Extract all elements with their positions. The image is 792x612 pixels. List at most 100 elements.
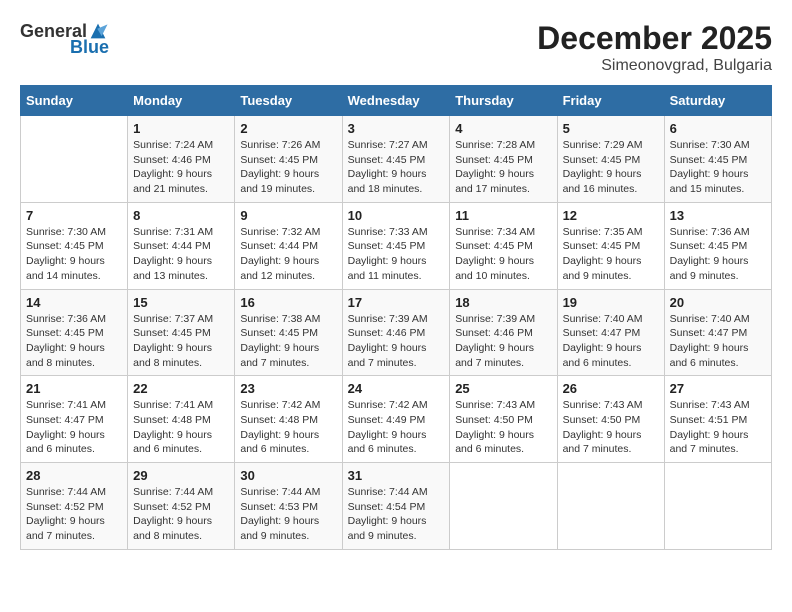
day-number: 5 — [563, 121, 659, 136]
day-cell: 12Sunrise: 7:35 AMSunset: 4:45 PMDayligh… — [557, 202, 664, 289]
day-number: 17 — [348, 295, 445, 310]
day-info: Sunrise: 7:36 AMSunset: 4:45 PMDaylight:… — [670, 225, 766, 284]
day-number: 7 — [26, 208, 122, 223]
day-number: 1 — [133, 121, 229, 136]
day-number: 2 — [240, 121, 336, 136]
day-info: Sunrise: 7:39 AMSunset: 4:46 PMDaylight:… — [348, 312, 445, 371]
day-cell: 3 Sunrise: 7:27 AMSunset: 4:45 PMDaylight… — [342, 116, 450, 203]
day-number: 9 — [240, 208, 336, 223]
day-info: Sunrise: 7:32 AMSunset: 4:44 PMDaylight:… — [240, 225, 336, 284]
day-info: Sunrise: 7:42 AMSunset: 4:48 PMDaylight:… — [240, 398, 336, 457]
weekday-header-wednesday: Wednesday — [342, 86, 450, 116]
day-cell: 9 Sunrise: 7:32 AMSunset: 4:44 PMDaylight… — [235, 202, 342, 289]
day-info: Sunrise: 7:44 AMSunset: 4:53 PMDaylight:… — [240, 485, 336, 544]
day-number: 11 — [455, 208, 551, 223]
day-number: 12 — [563, 208, 659, 223]
day-info: Sunrise: 7:34 AMSunset: 4:45 PMDaylight:… — [455, 225, 551, 284]
day-cell: 24 Sunrise: 7:42 AMSunset: 4:49 PMDayligh… — [342, 376, 450, 463]
page-header: General Blue December 2025 Simeonovgrad,… — [20, 20, 772, 75]
day-info: Sunrise: 7:24 AMSunset: 4:46 PMDaylight:… — [133, 138, 229, 197]
day-number: 29 — [133, 468, 229, 483]
day-info: Sunrise: 7:41 AMSunset: 4:48 PMDaylight:… — [133, 398, 229, 457]
day-number: 10 — [348, 208, 445, 223]
day-cell: 8 Sunrise: 7:31 AMSunset: 4:44 PMDaylight… — [128, 202, 235, 289]
day-number: 20 — [670, 295, 766, 310]
day-cell: 28 Sunrise: 7:44 AMSunset: 4:52 PMDayligh… — [21, 463, 128, 550]
day-number: 16 — [240, 295, 336, 310]
day-cell: 31Sunrise: 7:44 AMSunset: 4:54 PMDayligh… — [342, 463, 450, 550]
week-row-2: 7 Sunrise: 7:30 AMSunset: 4:45 PMDaylight… — [21, 202, 772, 289]
day-cell: 2 Sunrise: 7:26 AMSunset: 4:45 PMDaylight… — [235, 116, 342, 203]
day-info: Sunrise: 7:33 AMSunset: 4:45 PMDaylight:… — [348, 225, 445, 284]
day-info: Sunrise: 7:40 AMSunset: 4:47 PMDaylight:… — [670, 312, 766, 371]
day-number: 28 — [26, 468, 122, 483]
weekday-header-monday: Monday — [128, 86, 235, 116]
day-cell: 27 Sunrise: 7:43 AMSunset: 4:51 PMDayligh… — [664, 376, 771, 463]
weekday-header-friday: Friday — [557, 86, 664, 116]
day-cell: 22Sunrise: 7:41 AMSunset: 4:48 PMDayligh… — [128, 376, 235, 463]
calendar-table: SundayMondayTuesdayWednesdayThursdayFrid… — [20, 85, 772, 550]
day-number: 25 — [455, 381, 551, 396]
day-cell: 17 Sunrise: 7:39 AMSunset: 4:46 PMDayligh… — [342, 289, 450, 376]
day-cell: 19 Sunrise: 7:40 AMSunset: 4:47 PMDayligh… — [557, 289, 664, 376]
title-block: December 2025 Simeonovgrad, Bulgaria — [537, 20, 772, 75]
day-info: Sunrise: 7:37 AMSunset: 4:45 PMDaylight:… — [133, 312, 229, 371]
day-info: Sunrise: 7:43 AMSunset: 4:50 PMDaylight:… — [563, 398, 659, 457]
day-number: 18 — [455, 295, 551, 310]
day-cell: 1 Sunrise: 7:24 AMSunset: 4:46 PMDaylight… — [128, 116, 235, 203]
day-info: Sunrise: 7:44 AMSunset: 4:52 PMDaylight:… — [26, 485, 122, 544]
day-cell: 14 Sunrise: 7:36 AMSunset: 4:45 PMDayligh… — [21, 289, 128, 376]
logo-blue: Blue — [70, 38, 109, 56]
day-info: Sunrise: 7:27 AMSunset: 4:45 PMDaylight:… — [348, 138, 445, 197]
page-subtitle: Simeonovgrad, Bulgaria — [537, 57, 772, 75]
logo: General Blue — [20, 20, 109, 56]
day-info: Sunrise: 7:39 AMSunset: 4:46 PMDaylight:… — [455, 312, 551, 371]
day-cell: 20 Sunrise: 7:40 AMSunset: 4:47 PMDayligh… — [664, 289, 771, 376]
day-number: 19 — [563, 295, 659, 310]
day-number: 27 — [670, 381, 766, 396]
day-info: Sunrise: 7:43 AMSunset: 4:50 PMDaylight:… — [455, 398, 551, 457]
day-info: Sunrise: 7:36 AMSunset: 4:45 PMDaylight:… — [26, 312, 122, 371]
day-cell: 5 Sunrise: 7:29 AMSunset: 4:45 PMDaylight… — [557, 116, 664, 203]
day-cell: 4Sunrise: 7:28 AMSunset: 4:45 PMDaylight… — [450, 116, 557, 203]
day-number: 21 — [26, 381, 122, 396]
day-cell: 13 Sunrise: 7:36 AMSunset: 4:45 PMDayligh… — [664, 202, 771, 289]
day-cell — [664, 463, 771, 550]
day-number: 15 — [133, 295, 229, 310]
day-info: Sunrise: 7:43 AMSunset: 4:51 PMDaylight:… — [670, 398, 766, 457]
day-number: 13 — [670, 208, 766, 223]
day-number: 26 — [563, 381, 659, 396]
day-info: Sunrise: 7:26 AMSunset: 4:45 PMDaylight:… — [240, 138, 336, 197]
day-cell — [450, 463, 557, 550]
day-info: Sunrise: 7:41 AMSunset: 4:47 PMDaylight:… — [26, 398, 122, 457]
day-cell: 18 Sunrise: 7:39 AMSunset: 4:46 PMDayligh… — [450, 289, 557, 376]
day-cell: 6Sunrise: 7:30 AMSunset: 4:45 PMDaylight… — [664, 116, 771, 203]
day-info: Sunrise: 7:29 AMSunset: 4:45 PMDaylight:… — [563, 138, 659, 197]
day-info: Sunrise: 7:42 AMSunset: 4:49 PMDaylight:… — [348, 398, 445, 457]
day-info: Sunrise: 7:30 AMSunset: 4:45 PMDaylight:… — [26, 225, 122, 284]
day-number: 24 — [348, 381, 445, 396]
day-cell: 30 Sunrise: 7:44 AMSunset: 4:53 PMDayligh… — [235, 463, 342, 550]
day-cell: 10 Sunrise: 7:33 AMSunset: 4:45 PMDayligh… — [342, 202, 450, 289]
day-info: Sunrise: 7:40 AMSunset: 4:47 PMDaylight:… — [563, 312, 659, 371]
day-info: Sunrise: 7:30 AMSunset: 4:45 PMDaylight:… — [670, 138, 766, 197]
day-number: 8 — [133, 208, 229, 223]
day-cell — [557, 463, 664, 550]
week-row-4: 21 Sunrise: 7:41 AMSunset: 4:47 PMDayligh… — [21, 376, 772, 463]
day-number: 14 — [26, 295, 122, 310]
day-cell: 26 Sunrise: 7:43 AMSunset: 4:50 PMDayligh… — [557, 376, 664, 463]
day-number: 3 — [348, 121, 445, 136]
day-info: Sunrise: 7:38 AMSunset: 4:45 PMDaylight:… — [240, 312, 336, 371]
day-cell: 29Sunrise: 7:44 AMSunset: 4:52 PMDayligh… — [128, 463, 235, 550]
weekday-header-saturday: Saturday — [664, 86, 771, 116]
day-number: 30 — [240, 468, 336, 483]
day-number: 4 — [455, 121, 551, 136]
week-row-5: 28 Sunrise: 7:44 AMSunset: 4:52 PMDayligh… — [21, 463, 772, 550]
week-row-3: 14 Sunrise: 7:36 AMSunset: 4:45 PMDayligh… — [21, 289, 772, 376]
day-cell — [21, 116, 128, 203]
day-cell: 11 Sunrise: 7:34 AMSunset: 4:45 PMDayligh… — [450, 202, 557, 289]
day-info: Sunrise: 7:31 AMSunset: 4:44 PMDaylight:… — [133, 225, 229, 284]
weekday-header-thursday: Thursday — [450, 86, 557, 116]
day-info: Sunrise: 7:44 AMSunset: 4:54 PMDaylight:… — [348, 485, 445, 544]
weekday-header-tuesday: Tuesday — [235, 86, 342, 116]
